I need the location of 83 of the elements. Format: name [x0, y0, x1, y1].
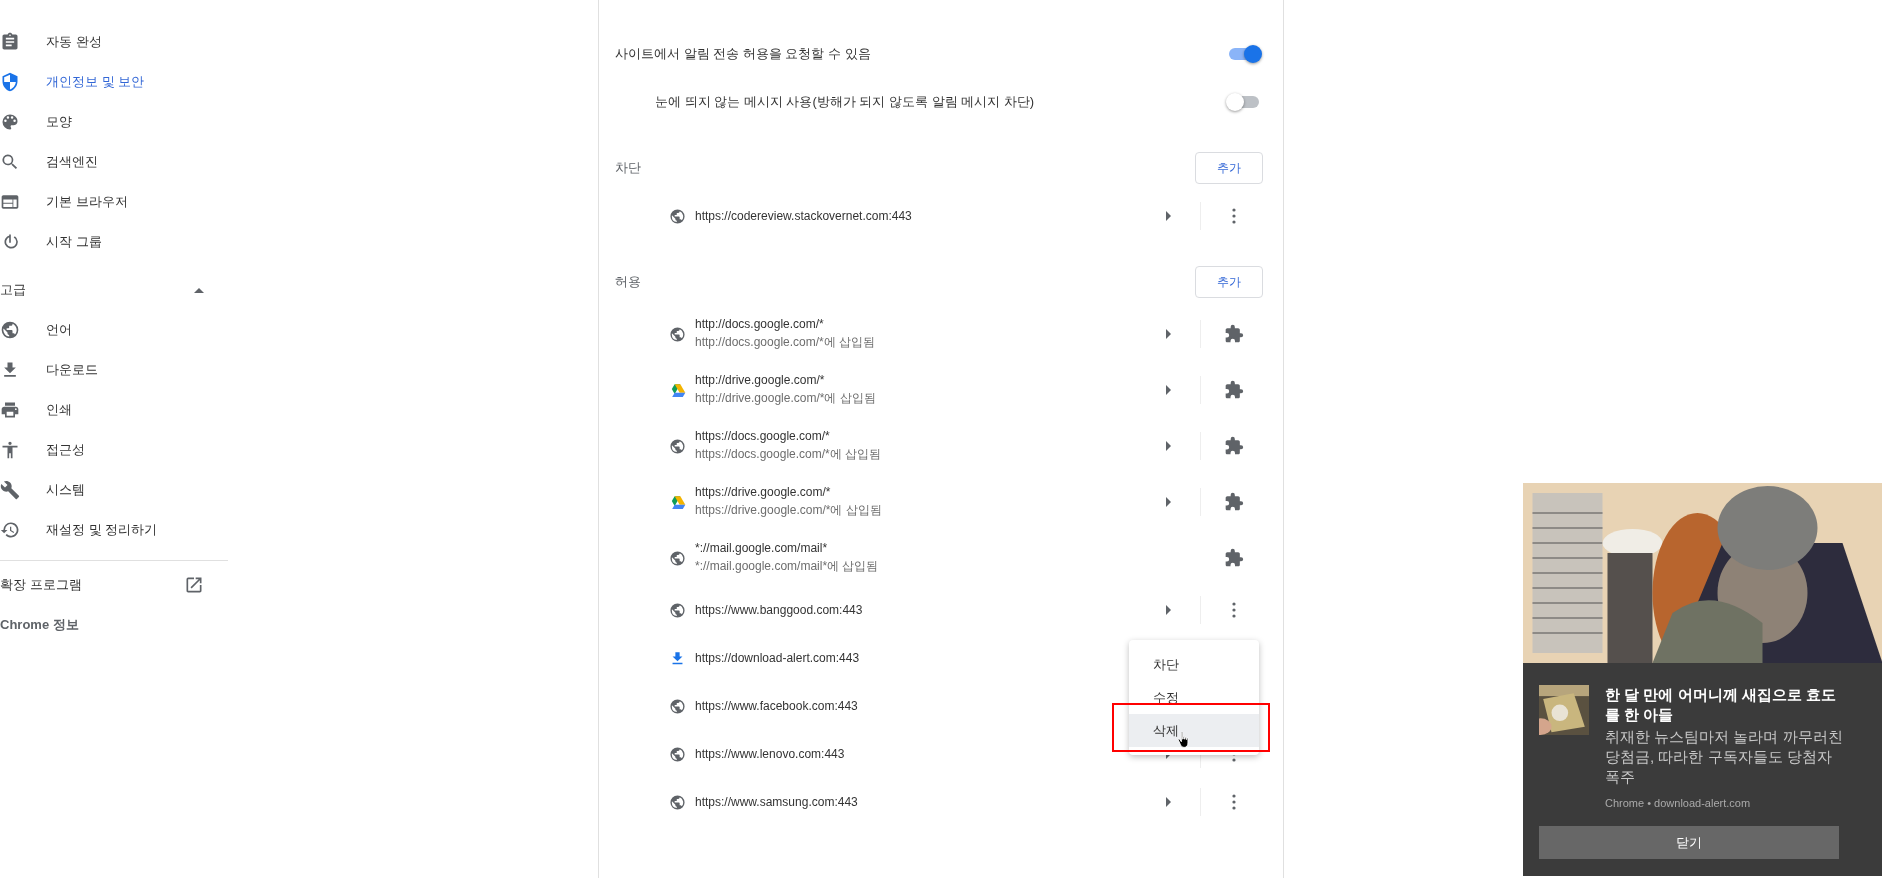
notification-source: Chrome • download-alert.com	[1605, 797, 1752, 809]
site-url: https://codereview.stackovernet.com:443	[695, 209, 913, 223]
section-title: 허용	[615, 273, 641, 291]
wrench-icon	[0, 480, 20, 500]
inserted-by-note: http://docs.google.com/*에 삽입됨	[695, 334, 877, 351]
notification-message: 취재한 뉴스팀마저 놀라며 까무러친 당첨금, 따라한 구독자들도 당첨자 폭주	[1605, 727, 1844, 787]
sidebar-item[interactable]: 접근성	[0, 430, 228, 470]
globe-icon	[669, 745, 686, 763]
sidebar-item[interactable]: 모양	[0, 102, 228, 142]
setting-label: 사이트에서 알림 전송 허용을 요청할 수 있음	[615, 45, 871, 63]
puzzle-piece-icon	[1224, 380, 1244, 400]
clipboard-icon	[0, 32, 20, 52]
menu-item[interactable]: 차단	[1129, 648, 1259, 681]
notification-title: 한 달 만에 어머니께 새집으로 효도를 한 아들	[1605, 685, 1837, 725]
globe-icon	[669, 549, 686, 567]
puzzle-piece-icon	[1224, 548, 1244, 568]
globe-icon	[669, 325, 686, 343]
section-title: 차단	[615, 159, 641, 177]
expand-arrow-icon[interactable]	[1165, 441, 1171, 451]
globe-icon	[669, 793, 686, 811]
site-url: https://download-alert.com:443	[695, 651, 861, 665]
sidebar-item[interactable]: 다운로드	[0, 350, 228, 390]
site-url: https://docs.google.com/*	[695, 429, 831, 443]
sidebar-item[interactable]: 시작 그룹	[0, 222, 228, 262]
advanced-section-toggle[interactable]: 고급	[0, 270, 228, 310]
toggle-switch[interactable]	[1229, 96, 1259, 108]
sidebar-item[interactable]: 기본 브라우저	[0, 182, 228, 222]
about-chrome-link[interactable]: Chrome 정보	[0, 605, 228, 645]
expand-arrow-icon[interactable]	[1165, 211, 1171, 221]
menu-item[interactable]: 삭제	[1129, 714, 1259, 747]
globe-icon	[669, 207, 686, 225]
inserted-by-note: https://docs.google.com/*에 삽입됨	[695, 446, 883, 463]
sidebar-item[interactable]: 인쇄	[0, 390, 228, 430]
hand-cursor-icon	[1177, 731, 1191, 749]
accessibility-icon	[0, 440, 20, 460]
add-button[interactable]: 추가	[1195, 266, 1263, 298]
add-button[interactable]: 추가	[1195, 152, 1263, 184]
caret-icon	[194, 287, 204, 293]
expand-arrow-icon[interactable]	[1165, 797, 1171, 807]
site-url: http://drive.google.com/*	[695, 373, 826, 387]
extensions-link[interactable]: 확장 프로그램	[0, 576, 82, 594]
puzzle-piece-icon	[1224, 436, 1244, 456]
sidebar-item[interactable]: 재설정 및 정리하기	[0, 510, 228, 550]
more-options-icon[interactable]	[1232, 794, 1236, 810]
puzzle-piece-icon	[1224, 492, 1244, 512]
triangle-logo-icon	[669, 381, 686, 399]
inserted-by-note: http://drive.google.com/*에 삽입됨	[695, 390, 877, 407]
triangle-logo-icon	[669, 493, 686, 511]
history-icon	[0, 520, 20, 540]
toggle-switch[interactable]	[1229, 48, 1259, 60]
globe-icon	[669, 697, 686, 715]
site-url: https://www.samsung.com:443	[695, 795, 859, 809]
close-button[interactable]: 닫기	[1539, 826, 1839, 859]
browser-window-icon	[0, 192, 20, 212]
more-options-icon[interactable]	[1232, 208, 1236, 224]
puzzle-piece-icon	[1224, 324, 1244, 344]
printer-icon	[0, 400, 20, 420]
expand-arrow-icon[interactable]	[1165, 605, 1171, 615]
expand-arrow-icon[interactable]	[1165, 329, 1171, 339]
sidebar-item[interactable]: 자동 완성	[0, 22, 228, 62]
site-url: http://docs.google.com/*	[695, 317, 825, 331]
setting-label: 눈에 띄지 않는 메시지 사용(방해가 되지 않도록 알림 메시지 차단)	[655, 93, 1035, 111]
globe-icon	[0, 320, 20, 340]
sidebar-item[interactable]: 언어	[0, 310, 228, 350]
shield-icon	[0, 72, 20, 92]
more-options-icon[interactable]	[1232, 602, 1236, 618]
sidebar-item[interactable]: 검색엔진	[0, 142, 228, 182]
site-url: https://www.lenovo.com:443	[695, 747, 846, 761]
inserted-by-note: https://drive.google.com/*에 삽입됨	[695, 502, 883, 519]
expand-arrow-icon[interactable]	[1165, 497, 1171, 507]
globe-icon	[669, 437, 686, 455]
palette-icon	[0, 112, 20, 132]
expand-arrow-icon[interactable]	[1165, 385, 1171, 395]
sidebar-item[interactable]: 시스템	[0, 470, 228, 510]
search-icon	[0, 152, 20, 172]
site-url: https://www.banggood.com:443	[695, 603, 864, 617]
site-url: https://drive.google.com/*	[695, 485, 832, 499]
globe-icon	[669, 601, 686, 619]
site-url: https://www.facebook.com:443	[695, 699, 859, 713]
site-url: *://mail.google.com/mail*	[695, 541, 829, 555]
external-link-icon[interactable]	[184, 575, 204, 595]
sidebar-item[interactable]: 개인정보 및 보안	[0, 62, 228, 102]
inserted-by-note: *://mail.google.com/mail*에 삽입됨	[695, 558, 880, 575]
